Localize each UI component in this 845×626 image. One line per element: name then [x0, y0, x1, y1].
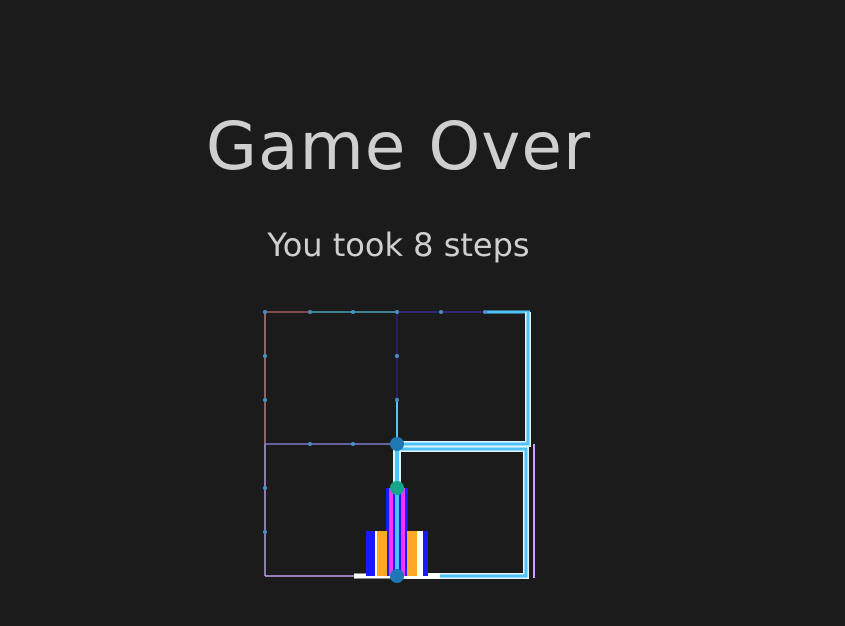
grid-node: [395, 310, 399, 314]
current-position-marker: [390, 481, 404, 495]
grid-node: [395, 398, 399, 402]
maze-board: [263, 310, 535, 583]
grid-node: [395, 354, 399, 358]
visit-bar: [389, 488, 393, 576]
visit-bars: [366, 488, 428, 576]
junction-marker: [390, 437, 404, 451]
grid-nodes: [263, 310, 487, 534]
grid-node: [263, 354, 267, 358]
visit-bar: [395, 488, 399, 576]
path-segment: [397, 312, 531, 447]
grid-node: [263, 486, 267, 490]
grid-node: [263, 530, 267, 534]
visit-bar: [401, 488, 405, 576]
grid-node: [483, 310, 487, 314]
game-over-screen: Game Over You took 8 steps: [0, 0, 845, 626]
grid-node: [263, 310, 267, 314]
visit-bar: [377, 531, 387, 576]
path-segment: [397, 312, 530, 446]
steps-message: You took 8 steps: [267, 226, 530, 264]
grid-node: [308, 310, 312, 314]
visit-bar: [407, 531, 417, 576]
grid-node: [263, 398, 267, 402]
visit-bar: [417, 531, 423, 576]
grid-node: [439, 310, 443, 314]
game-over-title: Game Over: [205, 108, 592, 185]
grid-node: [351, 442, 355, 446]
grid-node: [308, 442, 312, 446]
grid-node: [351, 310, 355, 314]
start-marker: [390, 569, 404, 583]
